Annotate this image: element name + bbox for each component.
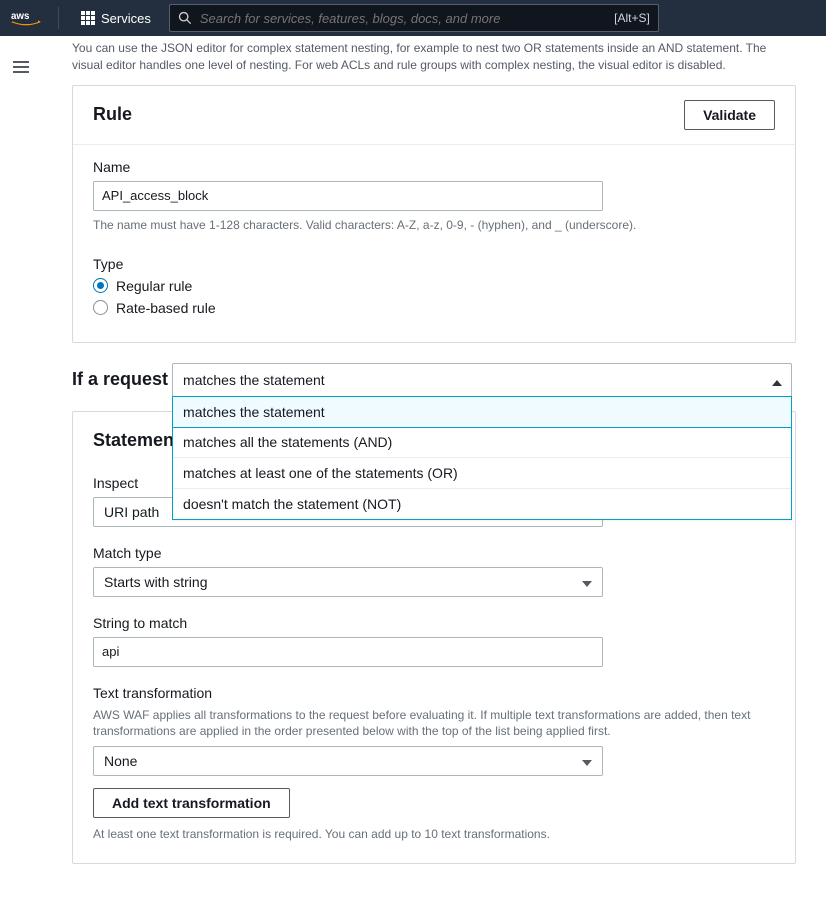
caret-down-icon bbox=[582, 574, 592, 590]
add-text-transformation-button[interactable]: Add text transformation bbox=[93, 788, 290, 818]
svg-text:aws: aws bbox=[11, 11, 30, 22]
services-label: Services bbox=[101, 11, 151, 26]
if-request-option-or[interactable]: matches at least one of the statements (… bbox=[173, 458, 791, 489]
services-menu-button[interactable]: Services bbox=[75, 7, 157, 30]
caret-down-icon bbox=[582, 753, 592, 769]
text-transformation-footer: At least one text transformation is requ… bbox=[93, 826, 775, 843]
global-nav: aws Services [Alt+S] bbox=[0, 0, 826, 36]
if-request-selected: matches the statement bbox=[183, 372, 325, 388]
divider bbox=[58, 7, 59, 29]
match-type-label: Match type bbox=[93, 545, 775, 561]
validate-button[interactable]: Validate bbox=[684, 100, 775, 130]
side-gutter bbox=[0, 36, 42, 73]
intro-help-text: You can use the JSON editor for complex … bbox=[72, 40, 796, 75]
type-radio-rate[interactable]: Rate-based rule bbox=[93, 300, 775, 316]
if-request-option-and[interactable]: matches all the statements (AND) bbox=[173, 427, 791, 458]
regular-rule-label: Regular rule bbox=[116, 278, 192, 294]
rate-based-rule-label: Rate-based rule bbox=[116, 300, 216, 316]
if-request-option-matches[interactable]: matches the statement bbox=[172, 396, 792, 428]
hamburger-icon[interactable] bbox=[13, 61, 29, 73]
text-transformation-help: AWS WAF applies all transformations to t… bbox=[93, 707, 775, 741]
string-to-match-input[interactable] bbox=[93, 637, 603, 667]
match-type-select[interactable]: Starts with string bbox=[93, 567, 603, 597]
type-radio-regular[interactable]: Regular rule bbox=[93, 278, 775, 294]
rule-panel-title: Rule bbox=[93, 104, 132, 125]
text-transformation-label: Text transformation bbox=[93, 685, 775, 701]
search-icon bbox=[178, 11, 192, 25]
rule-name-input[interactable] bbox=[93, 181, 603, 211]
match-type-value: Starts with string bbox=[104, 574, 207, 590]
regular-rule-radio[interactable] bbox=[93, 278, 108, 293]
rate-based-rule-radio[interactable] bbox=[93, 300, 108, 315]
string-to-match-label: String to match bbox=[93, 615, 775, 631]
type-label: Type bbox=[93, 256, 775, 272]
global-search[interactable]: [Alt+S] bbox=[169, 4, 659, 32]
inspect-value: URI path bbox=[104, 504, 159, 520]
text-transformation-value: None bbox=[104, 753, 137, 769]
caret-up-icon bbox=[772, 373, 782, 389]
name-label: Name bbox=[93, 159, 775, 175]
if-request-option-not[interactable]: doesn't match the statement (NOT) bbox=[173, 489, 791, 519]
grid-icon bbox=[81, 11, 95, 25]
search-input[interactable] bbox=[200, 11, 614, 26]
if-request-dropdown: matches the statement matches all the st… bbox=[172, 397, 792, 520]
if-request-row: If a request matches the statement match… bbox=[72, 363, 796, 397]
search-shortcut-hint: [Alt+S] bbox=[614, 11, 650, 25]
aws-logo[interactable]: aws bbox=[10, 9, 42, 27]
statement-panel-title: Statement bbox=[93, 430, 180, 451]
if-request-label: If a request bbox=[72, 363, 168, 390]
name-help-text: The name must have 1-128 characters. Val… bbox=[93, 217, 775, 234]
if-request-select[interactable]: matches the statement bbox=[172, 363, 792, 397]
rule-panel: Rule Validate Name The name must have 1-… bbox=[72, 85, 796, 343]
text-transformation-select[interactable]: None bbox=[93, 746, 603, 776]
